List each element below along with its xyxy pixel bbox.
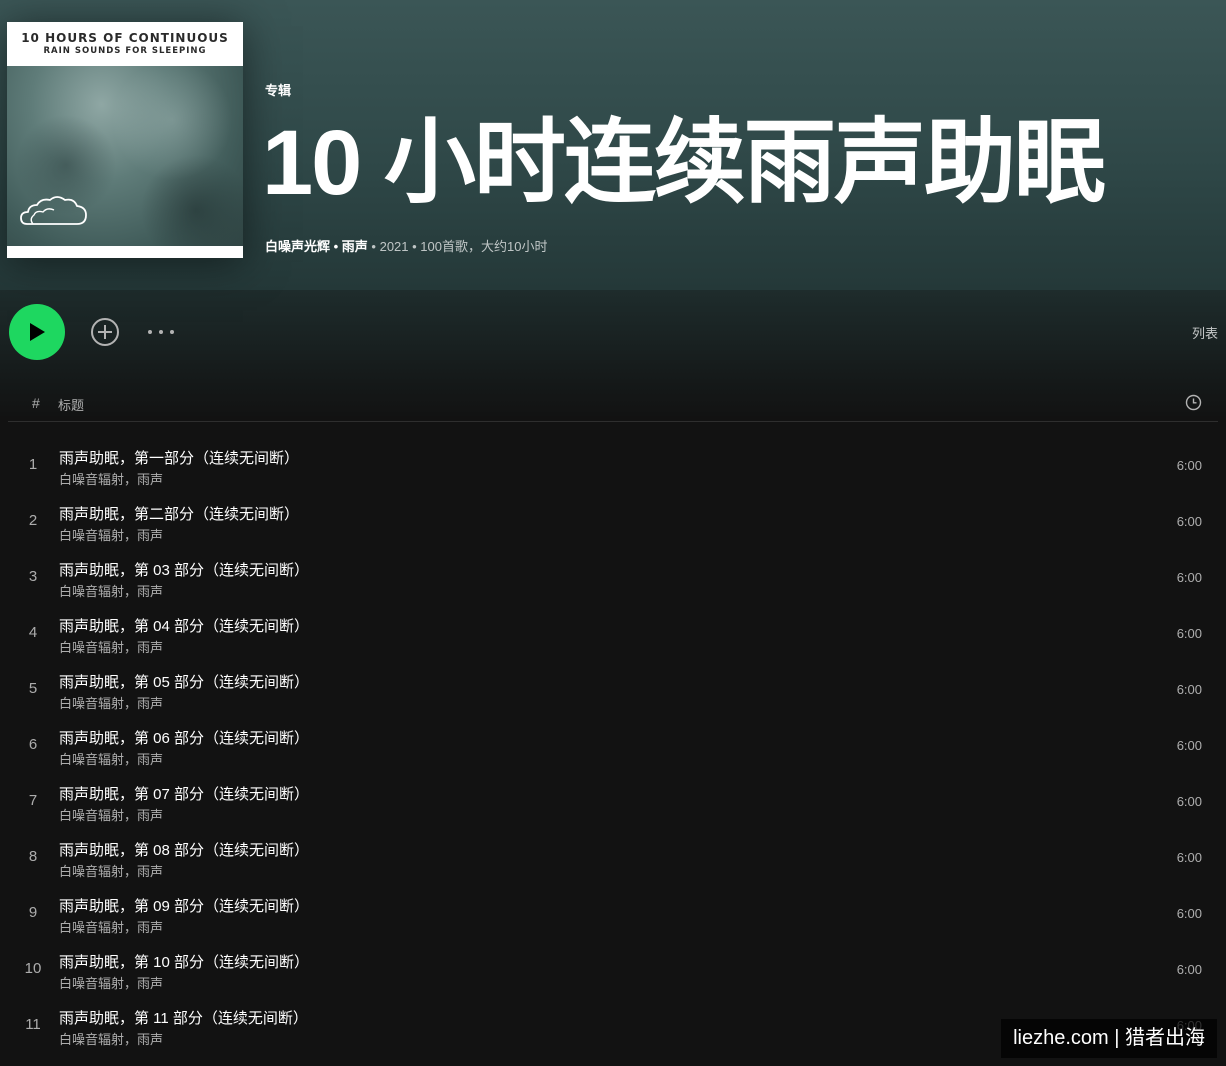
track-artist[interactable]: 白噪音辐射，雨声 (59, 917, 163, 936)
track-title[interactable]: 雨声助眠，第 07 部分（连续无间断） (59, 783, 309, 804)
track-index: 4 (28, 624, 38, 641)
track-row[interactable]: 3 雨声助眠，第 03 部分（连续无间断） 白噪音辐射，雨声 6:00 (8, 549, 1218, 605)
track-artist[interactable]: 白噪音辐射，雨声 (59, 469, 163, 488)
track-duration: 6:00 (1176, 850, 1202, 865)
track-row[interactable]: 9 雨声助眠，第 09 部分（连续无间断） 白噪音辐射，雨声 6:00 (8, 885, 1218, 941)
add-to-library-button[interactable] (89, 316, 121, 348)
track-duration: 6:00 (1176, 906, 1202, 921)
album-title: 10 小时连续雨声助眠 (262, 112, 1106, 214)
clock-icon (1185, 394, 1202, 411)
track-row[interactable]: 1 雨声助眠，第一部分（连续无间断） 白噪音辐射，雨声 6:00 (8, 437, 1218, 493)
track-index: 2 (28, 512, 38, 529)
track-index: 10 (24, 960, 42, 977)
track-artist[interactable]: 白噪音辐射，雨声 (59, 581, 163, 600)
cloud-icon (20, 196, 87, 225)
more-options-button[interactable] (146, 316, 176, 348)
track-duration: 6:00 (1176, 962, 1202, 977)
track-duration: 6:00 (1176, 570, 1202, 585)
track-title[interactable]: 雨声助眠，第 06 部分（连续无间断） (59, 727, 309, 748)
track-index: 1 (28, 456, 38, 473)
play-button[interactable] (9, 304, 65, 360)
track-artist[interactable]: 白噪音辐射，雨声 (59, 805, 163, 824)
track-row[interactable]: 2 雨声助眠，第二部分（连续无间断） 白噪音辐射，雨声 6:00 (8, 493, 1218, 549)
play-icon (30, 323, 45, 341)
track-title[interactable]: 雨声助眠，第二部分（连续无间断） (59, 503, 299, 524)
meta-separator: • (330, 239, 342, 254)
track-row[interactable]: 10 雨声助眠，第 10 部分（连续无间断） 白噪音辐射，雨声 6:00 (8, 941, 1218, 997)
track-artist[interactable]: 白噪音辐射，雨声 (59, 861, 163, 880)
track-title[interactable]: 雨声助眠，第 05 部分（连续无间断） (59, 671, 309, 692)
track-artist[interactable]: 白噪音辐射，雨声 (59, 973, 163, 992)
track-title[interactable]: 雨声助眠，第 10 部分（连续无间断） (59, 951, 309, 972)
track-duration: 6:00 (1176, 794, 1202, 809)
column-header-index: # (32, 395, 40, 411)
track-duration: 6:00 (1176, 682, 1202, 697)
meta-separator: • (367, 239, 380, 254)
track-index: 9 (28, 904, 38, 921)
view-mode-toggle[interactable]: 列表 (1192, 323, 1218, 342)
track-title[interactable]: 雨声助眠，第 09 部分（连续无间断） (59, 895, 309, 916)
artist-link-2[interactable]: 雨声 (342, 239, 368, 254)
cover-text-line1: 10 HOURS OF CONTINUOUS (21, 31, 229, 45)
album-type-label: 专辑 (265, 83, 292, 98)
track-artist[interactable]: 白噪音辐射，雨声 (59, 693, 163, 712)
track-duration: 6:00 (1176, 626, 1202, 641)
track-row[interactable]: 4 雨声助眠，第 04 部分（连续无间断） 白噪音辐射，雨声 6:00 (8, 605, 1218, 661)
track-summary: 100首歌，大约10小时 (420, 239, 548, 254)
meta-separator: • (408, 239, 421, 254)
album-page: 10 HOURS OF CONTINUOUS RAIN SOUNDS FOR S… (0, 0, 1226, 1066)
track-artist[interactable]: 白噪音辐射，雨声 (59, 749, 163, 768)
track-duration: 6:00 (1176, 514, 1202, 529)
track-title[interactable]: 雨声助眠，第 08 部分（连续无间断） (59, 839, 309, 860)
track-table-header: # 标题 (8, 384, 1218, 422)
column-header-title[interactable]: 标题 (58, 395, 84, 414)
track-title[interactable]: 雨声助眠，第 11 部分（连续无间断） (59, 1007, 308, 1028)
track-title[interactable]: 雨声助眠，第 03 部分（连续无间断） (59, 559, 309, 580)
cover-bottom-strip (7, 246, 243, 258)
track-duration: 6:00 (1176, 458, 1202, 473)
track-row[interactable]: 5 雨声助眠，第 05 部分（连续无间断） 白噪音辐射，雨声 6:00 (8, 661, 1218, 717)
track-index: 7 (28, 792, 38, 809)
track-index: 11 (25, 1016, 41, 1033)
track-artist[interactable]: 白噪音辐射，雨声 (59, 1029, 163, 1048)
album-meta: 白噪声光辉 • 雨声 • 2021 • 100首歌，大约10小时 (265, 236, 547, 255)
track-index: 8 (28, 848, 38, 865)
watermark: liezhe.com | 猎者出海 (1001, 1019, 1217, 1058)
track-artist[interactable]: 白噪音辐射，雨声 (59, 637, 163, 656)
release-year: 2021 (379, 239, 409, 254)
track-artist[interactable]: 白噪音辐射，雨声 (59, 525, 163, 544)
track-row[interactable]: 6 雨声助眠，第 06 部分（连续无间断） 白噪音辐射，雨声 6:00 (8, 717, 1218, 773)
track-list: 1 雨声助眠，第一部分（连续无间断） 白噪音辐射，雨声 6:00 2 雨声助眠，第二部分（… (8, 437, 1218, 1053)
cover-banner: 10 HOURS OF CONTINUOUS RAIN SOUNDS FOR S… (7, 22, 243, 66)
track-row[interactable]: 7 雨声助眠，第 07 部分（连续无间断） 白噪音辐射，雨声 6:00 (8, 773, 1218, 829)
album-cover: 10 HOURS OF CONTINUOUS RAIN SOUNDS FOR S… (7, 22, 243, 258)
track-index: 6 (28, 736, 38, 753)
track-row[interactable]: 8 雨声助眠，第 08 部分（连续无间断） 白噪音辐射，雨声 6:00 (8, 829, 1218, 885)
track-index: 5 (28, 680, 38, 697)
track-duration: 6:00 (1176, 738, 1202, 753)
track-index: 3 (28, 568, 38, 585)
track-title[interactable]: 雨声助眠，第一部分（连续无间断） (59, 447, 299, 468)
artist-link[interactable]: 白噪声光辉 (265, 239, 330, 254)
track-title[interactable]: 雨声助眠，第 04 部分（连续无间断） (59, 615, 309, 636)
cover-text-line2: RAIN SOUNDS FOR SLEEPING (43, 46, 207, 56)
